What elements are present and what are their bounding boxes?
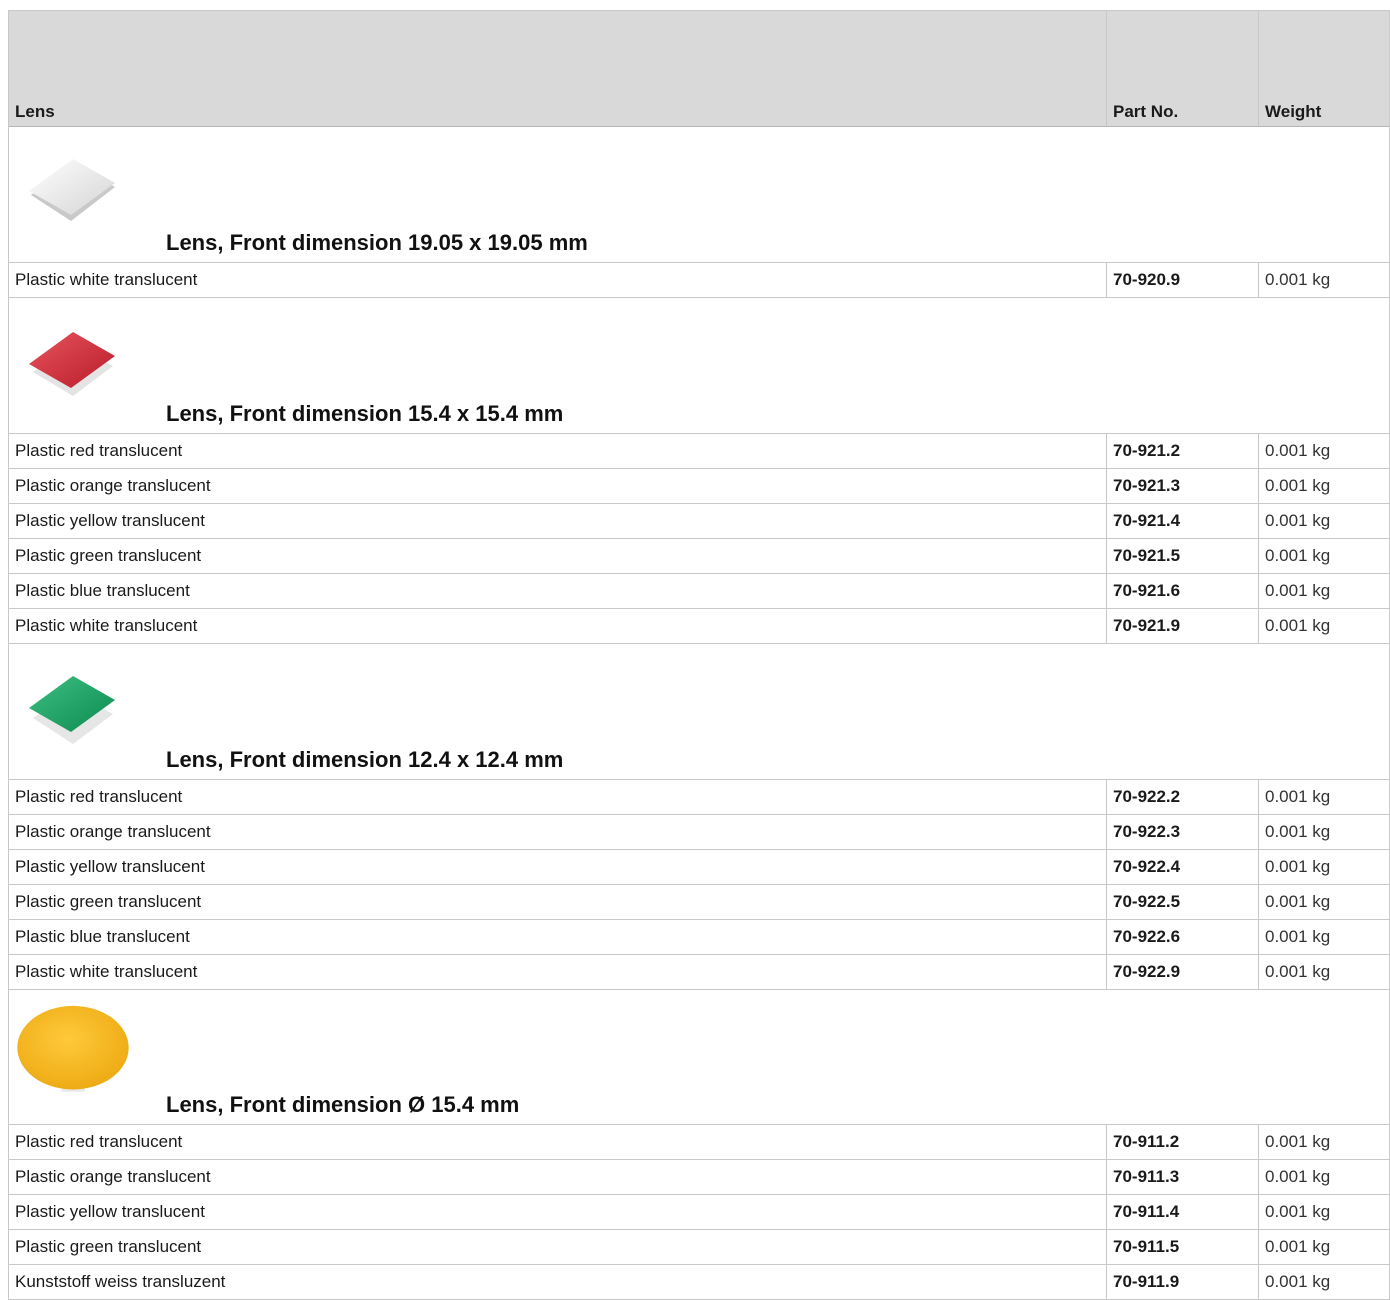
row-weight: 0.001 kg bbox=[1258, 434, 1388, 468]
row-part-no: 70-921.3 bbox=[1106, 469, 1258, 503]
row-description: Plastic red translucent bbox=[15, 441, 183, 460]
row-weight: 0.001 kg bbox=[1258, 885, 1388, 919]
row-weight: 0.001 kg bbox=[1258, 780, 1388, 814]
row-weight: 0.001 kg bbox=[1258, 850, 1388, 884]
lens-square-icon bbox=[29, 332, 115, 396]
row-description: Plastic orange translucent bbox=[15, 1167, 211, 1186]
row-description: Plastic white translucent bbox=[15, 616, 198, 635]
row-description: Plastic orange translucent bbox=[15, 822, 211, 841]
lens-group-header: Lens, Front dimension 12.4 x 12.4 mm bbox=[9, 644, 1389, 780]
header-weight: Weight bbox=[1258, 11, 1388, 126]
row-part-no: 70-911.2 bbox=[1106, 1125, 1258, 1159]
row-description: Kunststoff weiss transluzent bbox=[15, 1272, 226, 1291]
row-description: Plastic white translucent bbox=[15, 270, 198, 289]
table-row: Plastic orange translucent 70-922.3 0.00… bbox=[9, 815, 1389, 850]
row-part-no: 70-911.4 bbox=[1106, 1195, 1258, 1229]
row-part-no: 70-922.6 bbox=[1106, 920, 1258, 954]
row-description: Plastic green translucent bbox=[15, 892, 202, 911]
row-description: Plastic red translucent bbox=[15, 787, 183, 806]
group-title: Lens, Front dimension 15.4 x 15.4 mm bbox=[166, 401, 564, 426]
lens-group-header: Lens, Front dimension 19.05 x 19.05 mm bbox=[9, 127, 1389, 263]
header-lens: Lens bbox=[15, 102, 55, 121]
table-row: Plastic orange translucent 70-921.3 0.00… bbox=[9, 469, 1389, 504]
row-weight: 0.001 kg bbox=[1258, 263, 1388, 297]
row-part-no: 70-921.5 bbox=[1106, 539, 1258, 573]
table-row: Plastic green translucent 70-921.5 0.001… bbox=[9, 539, 1389, 574]
table-row: Plastic green translucent 70-911.5 0.001… bbox=[9, 1230, 1389, 1265]
row-part-no: 70-922.4 bbox=[1106, 850, 1258, 884]
row-part-no: 70-911.3 bbox=[1106, 1160, 1258, 1194]
table-row: Plastic blue translucent 70-921.6 0.001 … bbox=[9, 574, 1389, 609]
row-weight: 0.001 kg bbox=[1258, 469, 1388, 503]
row-description: Plastic orange translucent bbox=[15, 476, 211, 495]
row-description: Plastic red translucent bbox=[15, 1132, 183, 1151]
table-row: Kunststoff weiss transluzent 70-911.9 0.… bbox=[9, 1265, 1389, 1300]
row-description: Plastic blue translucent bbox=[15, 581, 190, 600]
row-weight: 0.001 kg bbox=[1258, 920, 1388, 954]
table-row: Plastic yellow translucent 70-921.4 0.00… bbox=[9, 504, 1389, 539]
row-part-no: 70-922.5 bbox=[1106, 885, 1258, 919]
lens-group-header: Lens, Front dimension Ø 15.4 mm bbox=[9, 990, 1389, 1125]
row-weight: 0.001 kg bbox=[1258, 574, 1388, 608]
row-description: Plastic green translucent bbox=[15, 546, 202, 565]
row-part-no: 70-922.3 bbox=[1106, 815, 1258, 849]
table-row: Plastic yellow translucent 70-911.4 0.00… bbox=[9, 1195, 1389, 1230]
table-row: Plastic green translucent 70-922.5 0.001… bbox=[9, 885, 1389, 920]
row-weight: 0.001 kg bbox=[1258, 539, 1388, 573]
table-header: Lens Part No. Weight bbox=[9, 10, 1389, 127]
table-row: Plastic orange translucent 70-911.3 0.00… bbox=[9, 1160, 1389, 1195]
row-part-no: 70-911.9 bbox=[1106, 1265, 1258, 1299]
row-weight: 0.001 kg bbox=[1258, 1125, 1388, 1159]
row-part-no: 70-921.6 bbox=[1106, 574, 1258, 608]
row-part-no: 70-921.4 bbox=[1106, 504, 1258, 538]
row-part-no: 70-921.2 bbox=[1106, 434, 1258, 468]
row-description: Plastic yellow translucent bbox=[15, 857, 205, 876]
row-weight: 0.001 kg bbox=[1258, 815, 1388, 849]
table-row: Plastic white translucent 70-922.9 0.001… bbox=[9, 955, 1389, 990]
table-row: Plastic blue translucent 70-922.6 0.001 … bbox=[9, 920, 1389, 955]
group-title: Lens, Front dimension 19.05 x 19.05 mm bbox=[166, 230, 588, 255]
row-description: Plastic yellow translucent bbox=[15, 511, 205, 530]
row-part-no: 70-921.9 bbox=[1106, 609, 1258, 643]
lens-square-icon bbox=[29, 159, 115, 221]
table-row: Plastic white translucent 70-920.9 0.001… bbox=[9, 263, 1389, 298]
table-row: Plastic yellow translucent 70-922.4 0.00… bbox=[9, 850, 1389, 885]
row-weight: 0.001 kg bbox=[1258, 955, 1388, 989]
lens-group-header: Lens, Front dimension 15.4 x 15.4 mm bbox=[9, 298, 1389, 434]
row-weight: 0.001 kg bbox=[1258, 504, 1388, 538]
header-part-no: Part No. bbox=[1106, 11, 1258, 126]
row-part-no: 70-920.9 bbox=[1106, 263, 1258, 297]
table-row: Plastic white translucent 70-921.9 0.001… bbox=[9, 609, 1389, 644]
product-table: Lens Part No. Weight Lens, Front dimensi… bbox=[8, 10, 1390, 1300]
row-part-no: 70-922.9 bbox=[1106, 955, 1258, 989]
row-weight: 0.001 kg bbox=[1258, 1195, 1388, 1229]
row-weight: 0.001 kg bbox=[1258, 1160, 1388, 1194]
lens-square-icon bbox=[29, 676, 115, 744]
row-description: Plastic yellow translucent bbox=[15, 1202, 205, 1221]
table-row: Plastic red translucent 70-921.2 0.001 k… bbox=[9, 434, 1389, 469]
row-weight: 0.001 kg bbox=[1258, 1265, 1388, 1299]
row-description: Plastic green translucent bbox=[15, 1237, 202, 1256]
table-row: Plastic red translucent 70-911.2 0.001 k… bbox=[9, 1125, 1389, 1160]
group-title: Lens, Front dimension Ø 15.4 mm bbox=[166, 1092, 520, 1117]
table-row: Plastic red translucent 70-922.2 0.001 k… bbox=[9, 780, 1389, 815]
group-title: Lens, Front dimension 12.4 x 12.4 mm bbox=[166, 747, 564, 772]
lens-round-icon bbox=[17, 1005, 129, 1092]
row-weight: 0.001 kg bbox=[1258, 609, 1388, 643]
row-part-no: 70-922.2 bbox=[1106, 780, 1258, 814]
row-description: Plastic blue translucent bbox=[15, 927, 190, 946]
row-part-no: 70-911.5 bbox=[1106, 1230, 1258, 1264]
row-weight: 0.001 kg bbox=[1258, 1230, 1388, 1264]
row-description: Plastic white translucent bbox=[15, 962, 198, 981]
